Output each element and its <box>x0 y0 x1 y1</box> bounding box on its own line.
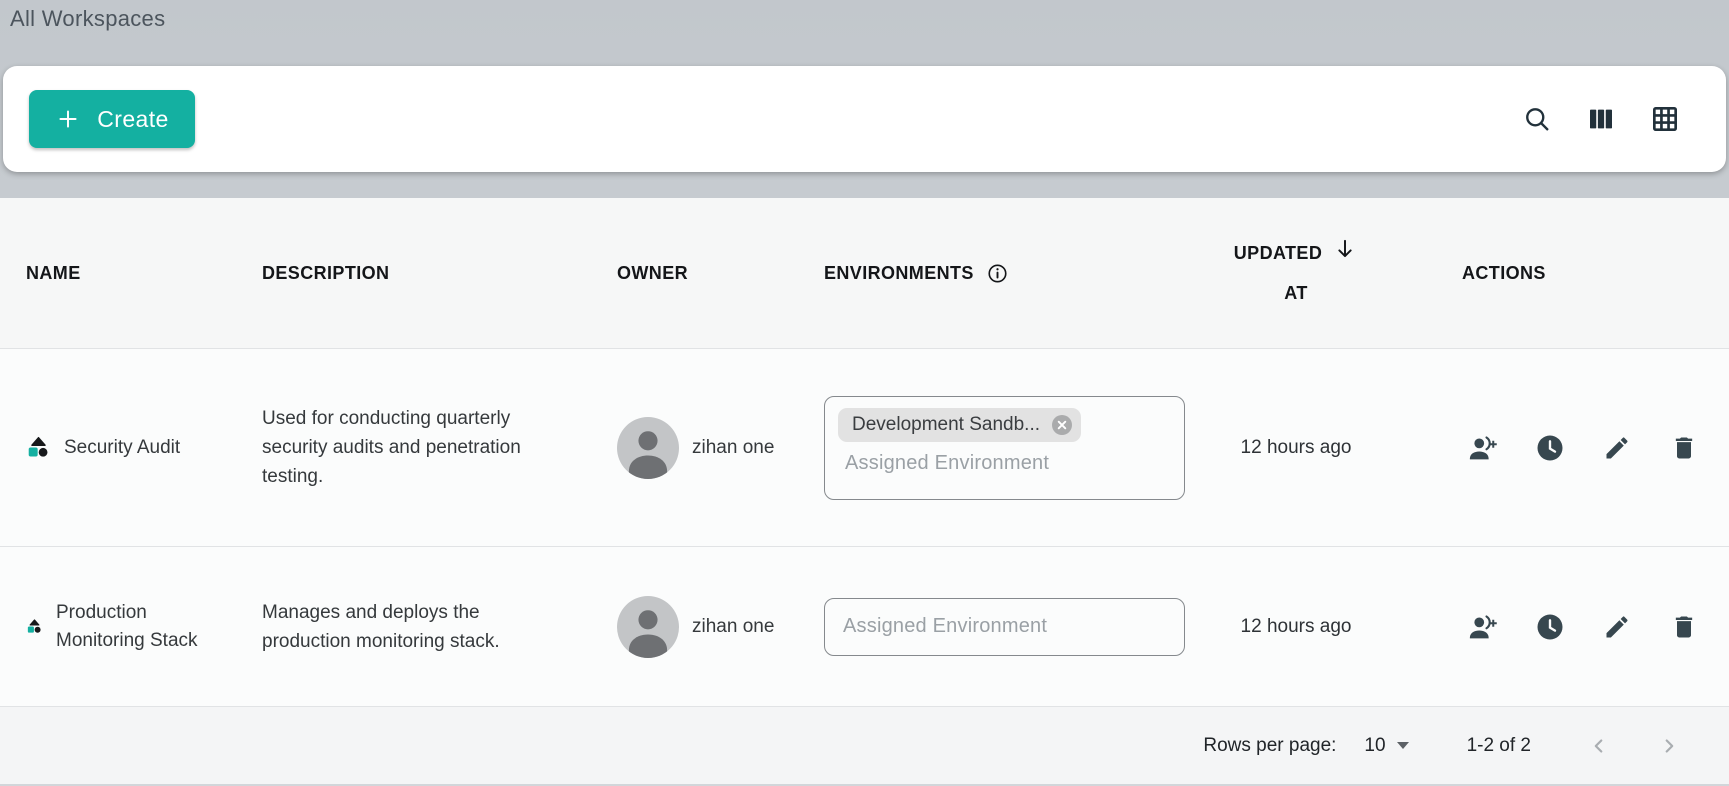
rows-per-page-label: Rows per page: <box>1203 735 1336 757</box>
edit-pencil-icon[interactable] <box>1602 433 1632 463</box>
assigned-environment-input[interactable]: Development Sandb... Assigned Environmen… <box>824 396 1185 500</box>
column-header-owner[interactable]: OWNER <box>590 263 800 284</box>
owner-cell: zihan one <box>590 417 800 479</box>
history-clock-icon[interactable] <box>1535 433 1565 463</box>
assigned-environment-input[interactable]: Assigned Environment <box>824 598 1185 656</box>
workspace-name-cell: Security Audit <box>0 434 236 462</box>
updated-at-value: 12 hours ago <box>1190 437 1402 459</box>
rows-per-page-value: 10 <box>1364 735 1385 757</box>
avatar <box>617 596 679 658</box>
page-title: All Workspaces <box>0 0 1729 32</box>
create-button[interactable]: Create <box>29 90 195 148</box>
toolbar-card: Create <box>3 66 1726 172</box>
table-header-row: NAME DESCRIPTION OWNER ENVIRONMENTS UPDA… <box>0 198 1729 348</box>
share-user-icon[interactable] <box>1468 612 1498 642</box>
workspaces-table: NAME DESCRIPTION OWNER ENVIRONMENTS UPDA… <box>0 198 1729 784</box>
actions-cell <box>1402 433 1729 463</box>
environment-chip[interactable]: Development Sandb... <box>838 408 1081 442</box>
next-page-icon[interactable] <box>1657 734 1681 758</box>
column-header-updated-label: UPDATED <box>1234 233 1322 273</box>
table-row: Security Audit Used for conducting quart… <box>0 348 1729 546</box>
column-header-actions: ACTIONS <box>1402 263 1729 284</box>
rows-per-page-select[interactable]: 10 <box>1364 735 1408 757</box>
caret-down-icon <box>1397 742 1409 749</box>
chip-remove-icon[interactable] <box>1050 413 1074 437</box>
environment-chip-label: Development Sandb... <box>852 414 1040 436</box>
share-user-icon[interactable] <box>1468 433 1498 463</box>
column-header-environments-label: ENVIRONMENTS <box>824 263 974 284</box>
edit-pencil-icon[interactable] <box>1602 612 1632 642</box>
delete-trash-icon[interactable] <box>1669 612 1699 642</box>
owner-cell: zihan one <box>590 596 800 658</box>
info-icon[interactable] <box>986 262 1009 285</box>
workspace-shapes-icon <box>26 435 51 460</box>
column-header-at-label: AT <box>1284 273 1307 313</box>
environments-cell: Assigned Environment <box>800 598 1190 656</box>
view-columns-icon[interactable] <box>1584 102 1618 136</box>
workspace-name[interactable]: Security Audit <box>64 434 180 462</box>
pagination-range: 1-2 of 2 <box>1467 735 1531 757</box>
environments-cell: Development Sandb... Assigned Environmen… <box>800 396 1190 500</box>
pager-controls <box>1587 734 1681 758</box>
delete-trash-icon[interactable] <box>1669 433 1699 463</box>
workspace-shapes-icon <box>26 618 43 635</box>
workspace-name[interactable]: Production Monitoring Stack <box>56 599 228 655</box>
column-header-description[interactable]: DESCRIPTION <box>236 263 590 284</box>
history-clock-icon[interactable] <box>1535 612 1565 642</box>
previous-page-icon[interactable] <box>1587 734 1611 758</box>
column-header-updated-at[interactable]: UPDATED AT <box>1190 233 1402 313</box>
workspace-name-cell: Production Monitoring Stack <box>0 599 236 655</box>
actions-cell <box>1402 612 1729 642</box>
owner-name: zihan one <box>692 616 774 638</box>
environment-placeholder: Assigned Environment <box>845 452 1171 475</box>
environment-placeholder: Assigned Environment <box>843 615 1047 638</box>
avatar <box>617 417 679 479</box>
workspace-description: Used for conducting quarterly security a… <box>236 404 590 491</box>
column-header-environments[interactable]: ENVIRONMENTS <box>800 262 1190 285</box>
sort-desc-arrow-icon <box>1332 236 1358 262</box>
create-button-label: Create <box>97 106 168 133</box>
column-header-name[interactable]: NAME <box>0 263 236 284</box>
toolbar-icon-group <box>1520 102 1682 136</box>
plus-icon <box>55 106 81 132</box>
grid-view-icon[interactable] <box>1648 102 1682 136</box>
owner-name: zihan one <box>692 437 774 459</box>
table-row: Production Monitoring Stack Manages and … <box>0 546 1729 706</box>
updated-at-value: 12 hours ago <box>1190 616 1402 638</box>
table-pagination: Rows per page: 10 1-2 of 2 <box>0 706 1729 784</box>
search-icon[interactable] <box>1520 102 1554 136</box>
workspace-description: Manages and deploys the production monit… <box>236 598 590 656</box>
